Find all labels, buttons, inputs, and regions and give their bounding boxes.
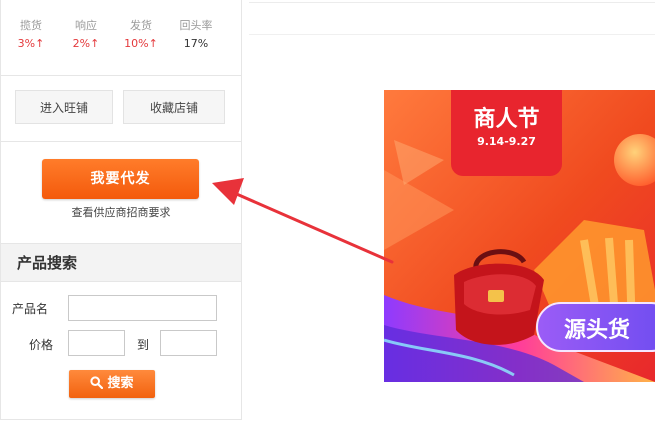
stat-label: 发货 [130,19,152,32]
enter-shop-button[interactable]: 进入旺铺 [15,90,113,124]
search-button-label: 搜索 [107,376,134,391]
search-icon [90,376,104,390]
festival-badge: 商人节 9.14-9.27 [451,90,562,176]
price-label: 价格 [29,338,54,352]
festival-title: 商人节 [473,107,540,132]
stat-value: 10%↑ [124,37,158,50]
price-to-label: 到 [137,338,150,352]
product-name-label: 产品名 [12,302,49,316]
favorite-shop-button[interactable]: 收藏店铺 [123,90,225,124]
shop-stats: 揽货 3%↑ 响应 2%↑ 发货 10%↑ 回头率 17% [1,17,241,53]
shop-sidebar: 揽货 3%↑ 响应 2%↑ 发货 10%↑ 回头率 17% 进入旺铺 收藏店铺 … [0,0,242,421]
stat-response: 响应 2%↑ [61,17,111,53]
divider [249,34,655,35]
source-goods-pill: 源头货 [536,302,655,352]
arrow-shaft [230,190,394,264]
product-search-panel: 产品搜索 产品名 价格 到 搜索 [0,243,242,420]
stat-shipping: 发货 10%↑ [116,17,166,53]
product-search-title: 产品搜索 [1,244,241,282]
product-name-input[interactable] [68,295,217,321]
search-button[interactable]: 搜索 [69,370,155,398]
stat-value: 3%↑ [17,37,45,50]
stat-label: 响应 [75,19,97,32]
divider [1,141,241,142]
stat-label: 揽货 [20,19,42,32]
divider [249,2,655,3]
price-min-input[interactable] [68,330,125,356]
divider [1,75,241,76]
stat-label: 回头率 [179,19,213,32]
price-max-input[interactable] [160,330,217,356]
supplier-requirements-link[interactable]: 查看供应商招商要求 [1,204,241,220]
festival-dates: 9.14-9.27 [477,135,536,148]
stat-value: 17% [183,37,209,50]
source-goods-text: 源头货 [564,318,631,343]
dropship-button[interactable]: 我要代发 [42,159,199,199]
stat-pickup: 揽货 3%↑ [6,17,56,53]
promo-banner[interactable]: 商人节 9.14-9.27 源头货 [384,90,655,382]
stat-value: 2%↑ [72,37,100,50]
stat-repurchase: 回头率 17% [171,17,221,53]
